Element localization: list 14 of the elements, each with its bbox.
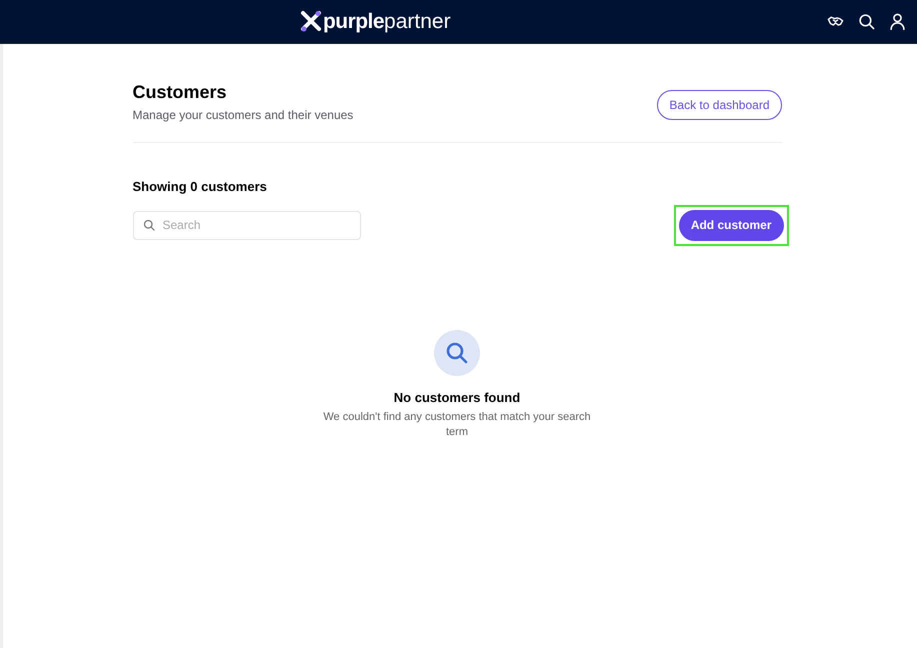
add-customer-button[interactable]: Add customer [678,210,784,240]
logo-mark-icon [300,10,322,32]
search-icon [142,219,154,231]
customer-count: Showing 0 customers [132,178,268,196]
page-subtitle: Manage your customers and their venues [132,107,354,124]
page-title: Customers [132,81,228,103]
logo[interactable]: purplepartner [300,10,451,32]
user-icon[interactable] [889,13,906,30]
empty-state-message: We couldn't find any customers that match your search term [322,410,592,440]
search-icon[interactable] [858,13,875,30]
back-to-dashboard-button[interactable]: Back to dashboard [657,90,782,120]
search-field[interactable]: Search [132,210,360,240]
empty-state-title: No customers found [394,388,520,406]
empty-search-icon [434,330,480,376]
